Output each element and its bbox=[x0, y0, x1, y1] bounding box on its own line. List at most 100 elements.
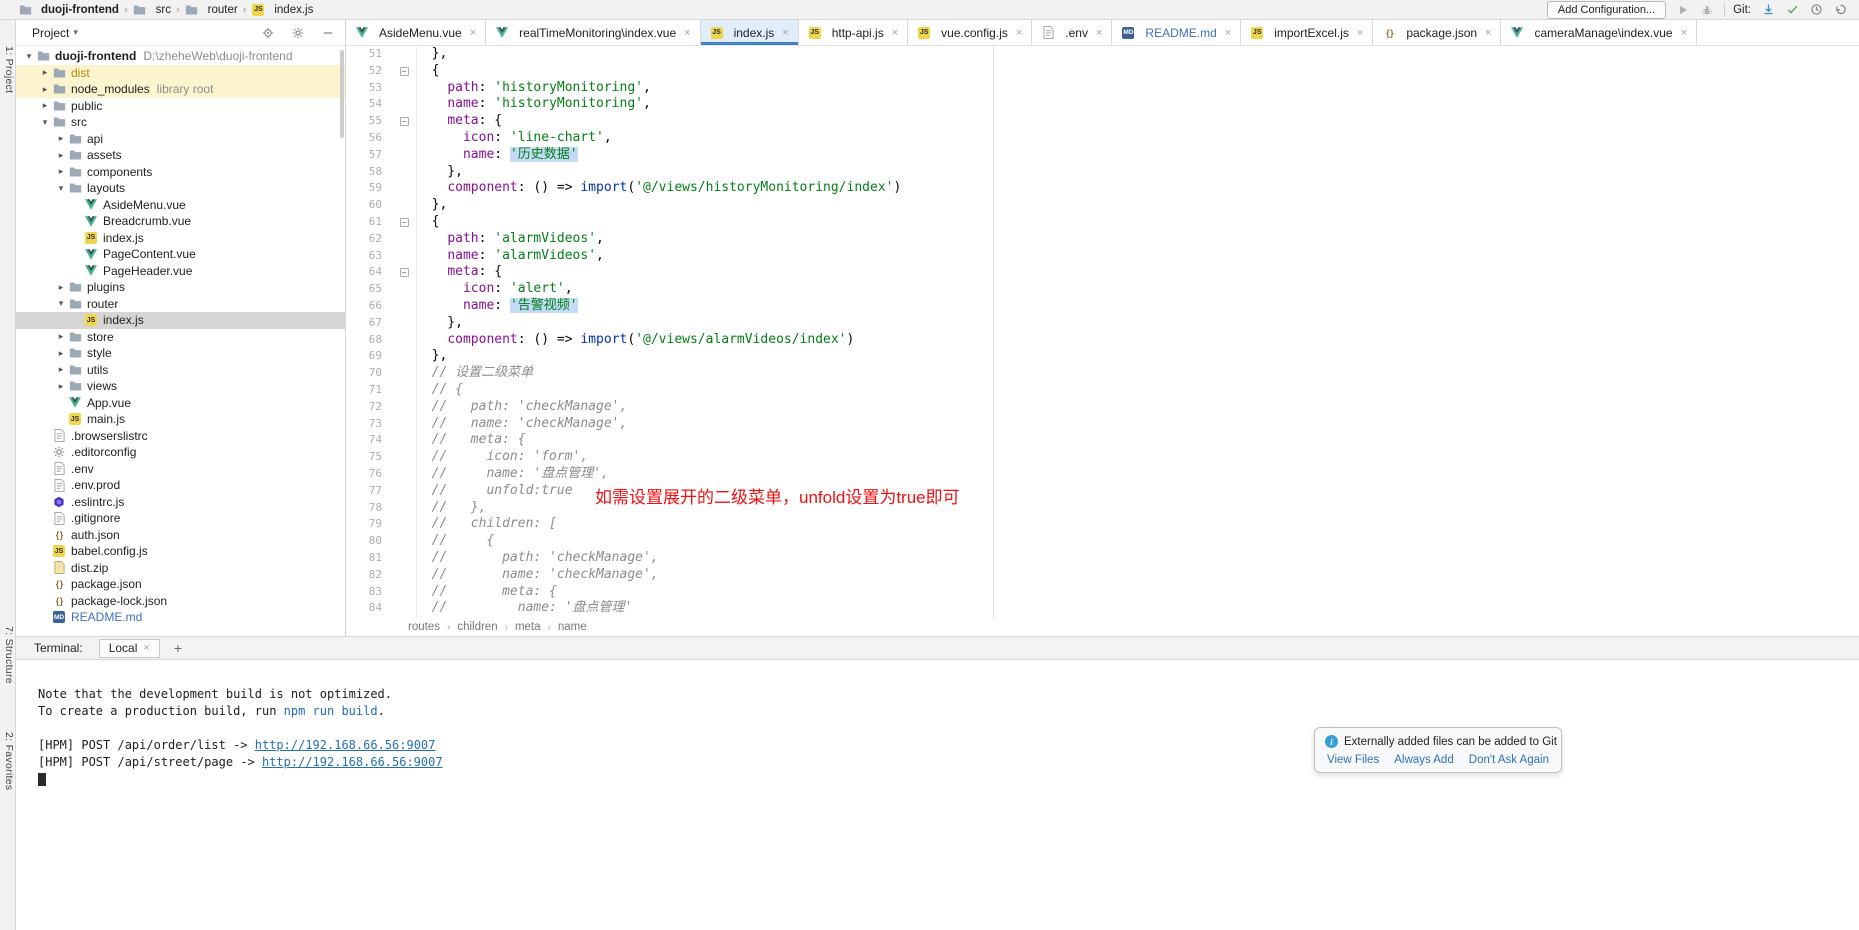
tool-window-button-structure[interactable]: 7: Structure bbox=[2, 626, 15, 684]
tab-close-icon[interactable]: × bbox=[892, 27, 898, 39]
chevron-right-icon[interactable]: ▸ bbox=[54, 331, 68, 342]
tab-close-icon[interactable]: × bbox=[1225, 27, 1231, 39]
view-files-link[interactable]: View Files bbox=[1327, 754, 1379, 766]
tree-item[interactable]: .eslintrc.js bbox=[16, 494, 345, 511]
editor-tab[interactable]: JShttp-api.js× bbox=[799, 20, 908, 45]
tree-item[interactable]: ▸node_moduleslibrary root bbox=[16, 81, 345, 98]
tree-item[interactable]: ▸utils bbox=[16, 362, 345, 379]
chevron-right-icon[interactable]: ▸ bbox=[54, 282, 68, 293]
chevron-down-icon[interactable]: ▾ bbox=[54, 298, 68, 309]
chevron-right-icon[interactable]: ▸ bbox=[54, 150, 68, 161]
tree-item[interactable]: JSbabel.config.js bbox=[16, 543, 345, 560]
tree-item[interactable]: ▾src bbox=[16, 114, 345, 131]
tree-item[interactable]: PageHeader.vue bbox=[16, 263, 345, 280]
editor-tab[interactable]: cameraManage\index.vue× bbox=[1501, 20, 1697, 45]
fold-icon[interactable]: − bbox=[392, 63, 416, 80]
editor-breadcrumb-item[interactable]: children bbox=[457, 621, 497, 633]
tree-item[interactable]: ▾layouts bbox=[16, 180, 345, 197]
editor-tab[interactable]: { }package.json× bbox=[1373, 20, 1501, 45]
tab-close-icon[interactable]: × bbox=[684, 27, 690, 39]
tree-item[interactable]: App.vue bbox=[16, 395, 345, 412]
terminal-link[interactable]: http://192.168.66.56:9007 bbox=[262, 755, 443, 769]
terminal-output[interactable]: Note that the development build is not o… bbox=[16, 660, 1859, 930]
tab-close-icon[interactable]: × bbox=[1357, 27, 1363, 39]
add-terminal-icon[interactable]: + bbox=[174, 640, 182, 656]
chevron-down-icon[interactable]: ▾ bbox=[38, 117, 52, 128]
tree-item[interactable]: ▸store bbox=[16, 329, 345, 346]
tree-item[interactable]: ▸dist bbox=[16, 65, 345, 82]
always-add-link[interactable]: Always Add bbox=[1394, 754, 1453, 766]
fold-icon[interactable]: − bbox=[392, 113, 416, 130]
chevron-right-icon[interactable]: ▸ bbox=[38, 100, 52, 111]
breadcrumb-item[interactable]: src bbox=[133, 3, 171, 16]
editor-breadcrumb-item[interactable]: meta bbox=[515, 621, 541, 633]
locate-file-icon[interactable] bbox=[259, 24, 277, 42]
history-icon[interactable] bbox=[1807, 1, 1825, 19]
hide-panel-icon[interactable] bbox=[319, 24, 337, 42]
editor-tab[interactable]: JSimportExcel.js× bbox=[1241, 20, 1373, 45]
editor-breadcrumb-item[interactable]: name bbox=[558, 621, 587, 633]
update-project-icon[interactable] bbox=[1759, 1, 1777, 19]
tree-item[interactable]: .env bbox=[16, 461, 345, 478]
tree-item[interactable]: ▸public bbox=[16, 98, 345, 115]
editor-tab[interactable]: MDREADME.md× bbox=[1112, 20, 1241, 45]
tab-close-icon[interactable]: × bbox=[1016, 27, 1022, 39]
editor-tab[interactable]: AsideMenu.vue× bbox=[346, 20, 486, 45]
tree-item[interactable]: { }package.json bbox=[16, 576, 345, 593]
tree-item[interactable]: JSmain.js bbox=[16, 411, 345, 428]
rollback-icon[interactable] bbox=[1831, 1, 1849, 19]
tree-item[interactable]: ▾duoji-frontendD:\zheheWeb\duoji-fronten… bbox=[16, 48, 345, 65]
tree-item[interactable]: AsideMenu.vue bbox=[16, 197, 345, 214]
tree-item[interactable]: .env.prod bbox=[16, 477, 345, 494]
tab-close-icon[interactable]: × bbox=[1096, 27, 1102, 39]
tab-close-icon[interactable]: × bbox=[1485, 27, 1491, 39]
tree-item[interactable]: PageContent.vue bbox=[16, 246, 345, 263]
tool-window-button-favorites[interactable]: 2: Favorites bbox=[2, 732, 15, 790]
tool-window-button-project[interactable]: 1: Project bbox=[2, 46, 15, 93]
scrollbar-thumb[interactable] bbox=[340, 50, 344, 138]
tree-item[interactable]: ▸api bbox=[16, 131, 345, 148]
add-configuration-button[interactable]: Add Configuration... bbox=[1547, 1, 1666, 19]
tab-close-icon[interactable]: × bbox=[1681, 27, 1687, 39]
fold-icon[interactable]: − bbox=[392, 264, 416, 281]
editor-breadcrumb-item[interactable]: routes bbox=[408, 621, 440, 633]
chevron-right-icon[interactable]: ▸ bbox=[54, 133, 68, 144]
breadcrumb-item[interactable]: duoji-frontend bbox=[18, 3, 119, 16]
editor-tab[interactable]: JSindex.js× bbox=[701, 20, 799, 45]
tab-close-icon[interactable]: × bbox=[782, 27, 788, 39]
chevron-right-icon[interactable]: ▸ bbox=[38, 67, 52, 78]
run-icon[interactable] bbox=[1674, 1, 1692, 19]
tree-item[interactable]: ▸style bbox=[16, 345, 345, 362]
tree-item[interactable]: ▾router bbox=[16, 296, 345, 313]
tree-item[interactable]: ▸views bbox=[16, 378, 345, 395]
tree-item[interactable]: JSindex.js bbox=[16, 312, 345, 329]
tree-item[interactable]: ▸assets bbox=[16, 147, 345, 164]
code-editor[interactable]: 51 },52− {53 path: 'historyMonitoring',5… bbox=[346, 46, 1859, 618]
editor-tab[interactable]: .env× bbox=[1032, 20, 1112, 45]
commit-icon[interactable] bbox=[1783, 1, 1801, 19]
chevron-down-icon[interactable]: ▾ bbox=[22, 51, 36, 62]
tree-item[interactable]: { }package-lock.json bbox=[16, 593, 345, 610]
chevron-right-icon[interactable]: ▸ bbox=[54, 166, 68, 177]
tree-item[interactable]: ▸components bbox=[16, 164, 345, 181]
chevron-right-icon[interactable]: ▸ bbox=[38, 84, 52, 95]
tree-item[interactable]: .editorconfig bbox=[16, 444, 345, 461]
tree-item[interactable]: .gitignore bbox=[16, 510, 345, 527]
project-view-selector[interactable]: Project ▾ bbox=[32, 26, 78, 40]
chevron-down-icon[interactable]: ▾ bbox=[54, 183, 68, 194]
terminal-link[interactable]: http://192.168.66.56:9007 bbox=[255, 738, 436, 752]
dont-ask-again-link[interactable]: Don't Ask Again bbox=[1469, 754, 1549, 766]
debug-icon[interactable] bbox=[1698, 1, 1716, 19]
tree-item[interactable]: MDREADME.md bbox=[16, 609, 345, 626]
editor-tab[interactable]: JSvue.config.js× bbox=[908, 20, 1032, 45]
terminal-tab-local[interactable]: Local × bbox=[99, 639, 160, 658]
tree-item[interactable]: Breadcrumb.vue bbox=[16, 213, 345, 230]
editor-tab[interactable]: realTimeMonitoring\index.vue× bbox=[486, 20, 700, 45]
gear-icon[interactable] bbox=[289, 24, 307, 42]
breadcrumb-item[interactable]: router bbox=[185, 3, 238, 16]
chevron-right-icon[interactable]: ▸ bbox=[54, 381, 68, 392]
breadcrumb-item[interactable]: JSindex.js bbox=[251, 3, 313, 16]
close-icon[interactable]: × bbox=[143, 642, 149, 654]
tree-item[interactable]: JSindex.js bbox=[16, 230, 345, 247]
tree-item[interactable]: { }auth.json bbox=[16, 527, 345, 544]
